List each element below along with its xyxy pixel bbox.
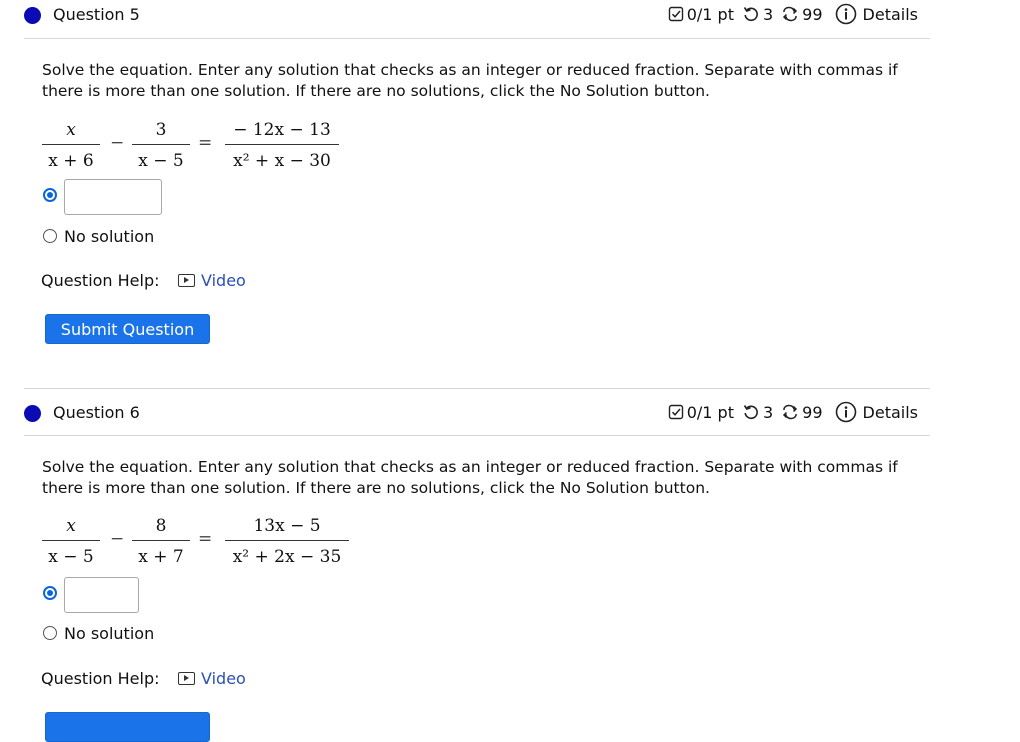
attempts-group: 99	[781, 4, 823, 24]
fraction-2: 8 x + 7	[132, 514, 190, 569]
score-group: 0/1 pt	[668, 5, 734, 24]
play-icon	[178, 274, 195, 287]
fraction-2-numerator: 3	[155, 120, 167, 140]
checkbox-icon	[668, 6, 684, 22]
answer-radio[interactable]	[43, 188, 57, 202]
retries-count: 3	[762, 402, 774, 422]
retries-group: 3	[742, 403, 773, 422]
fraction-2-numerator: 8	[155, 516, 167, 536]
answer-input[interactable]	[64, 179, 162, 215]
submit-question-button[interactable]	[45, 712, 210, 742]
details-button[interactable]: Details	[835, 401, 918, 423]
video-label[interactable]: Video	[201, 271, 246, 290]
fraction-1-numerator: x	[66, 516, 76, 536]
no-solution-label[interactable]: No solution	[64, 624, 154, 643]
header-divider	[24, 38, 930, 39]
attempts-group: 99	[781, 402, 823, 422]
score-group: 0/1 pt	[668, 403, 734, 422]
question-header: Question 5 0/1 pt 3 99 Details	[24, 0, 930, 36]
fraction-3: − 12x − 13 x² + x − 30	[225, 118, 339, 173]
details-label[interactable]: Details	[863, 5, 918, 24]
video-link[interactable]: Video	[178, 271, 246, 290]
fraction-1-denominator: x − 5	[48, 547, 94, 567]
checkbox-icon	[668, 404, 684, 420]
question-bullet-icon	[24, 7, 41, 24]
fraction-3-denominator: x² + x − 30	[233, 151, 331, 171]
attempts-icon	[781, 5, 799, 23]
fraction-2: 3 x − 5	[132, 118, 190, 173]
question-separator	[24, 388, 930, 389]
score-text: 0/1 pt	[686, 4, 734, 24]
fraction-3-numerator: 13x − 5	[253, 516, 321, 536]
no-solution-radio[interactable]	[43, 229, 57, 243]
question-help-label: Question Help:	[41, 271, 160, 290]
play-icon	[178, 672, 195, 685]
header-divider	[24, 435, 930, 436]
fraction-2-denominator: x − 5	[138, 151, 184, 171]
fraction-3-denominator: x² + 2x − 35	[232, 547, 342, 567]
info-icon	[835, 3, 857, 25]
retries-group: 3	[742, 5, 773, 24]
minus-sign: −	[110, 529, 125, 549]
question-title: Question 5	[53, 5, 140, 24]
fraction-1-numerator: x	[66, 120, 76, 140]
fraction-3-numerator: − 12x − 13	[233, 120, 331, 140]
question-prompt: Solve the equation. Enter any solution t…	[42, 458, 898, 497]
attempts-count: 99	[802, 4, 823, 24]
equals-sign: =	[198, 133, 213, 153]
question-prompt: Solve the equation. Enter any solution t…	[42, 61, 898, 100]
video-label[interactable]: Video	[201, 669, 246, 688]
question-help-label: Question Help:	[41, 669, 160, 688]
info-icon	[835, 401, 857, 423]
retries-count: 3	[762, 4, 774, 24]
fraction-3: 13x − 5 x² + 2x − 35	[225, 514, 349, 569]
question-meta: 0/1 pt 3 99 Details	[668, 3, 918, 25]
equals-sign: =	[198, 529, 213, 549]
attempts-count: 99	[802, 402, 823, 422]
fraction-1: x x + 6	[42, 118, 100, 173]
question-meta: 0/1 pt 3 99 Details	[668, 401, 918, 423]
minus-sign: −	[110, 133, 125, 153]
answer-input[interactable]	[64, 577, 139, 613]
no-solution-label[interactable]: No solution	[64, 227, 154, 246]
video-link[interactable]: Video	[178, 669, 246, 688]
score-text: 0/1 pt	[686, 402, 734, 422]
retry-icon	[742, 5, 760, 23]
details-label[interactable]: Details	[863, 403, 918, 422]
fraction-1-denominator: x + 6	[48, 151, 94, 171]
question-title: Question 6	[53, 403, 140, 422]
details-button[interactable]: Details	[835, 3, 918, 25]
question-bullet-icon	[24, 405, 41, 422]
retry-icon	[742, 403, 760, 421]
fraction-1: x x − 5	[42, 514, 100, 569]
answer-radio[interactable]	[43, 586, 57, 600]
fraction-2-denominator: x + 7	[138, 547, 184, 567]
question-header: Question 6 0/1 pt 3 99 Details	[24, 398, 930, 434]
no-solution-radio[interactable]	[43, 626, 57, 640]
attempts-icon	[781, 403, 799, 421]
submit-question-button[interactable]: Submit Question	[45, 314, 210, 344]
